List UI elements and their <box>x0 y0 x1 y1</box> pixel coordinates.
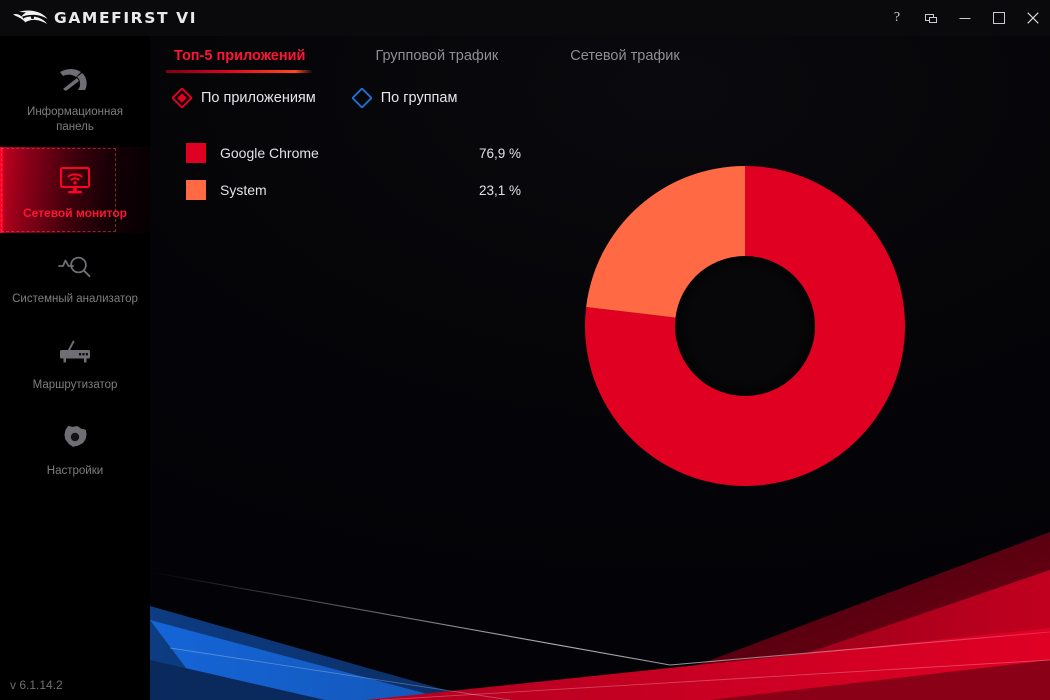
legend-value: 23,1 % <box>478 182 521 198</box>
version-label: v 6.1.14.2 <box>10 678 63 692</box>
tab-top5-apps[interactable]: Топ-5 приложений <box>160 36 319 76</box>
analyzer-icon <box>57 247 93 285</box>
decorative-background <box>150 532 1050 700</box>
diamond-radio-unselected-icon <box>351 88 372 108</box>
view-mode-selector: По приложениям По группам <box>172 88 493 108</box>
tab-label: Топ-5 приложений <box>174 48 306 64</box>
app-title: GAMEFIRST VI <box>54 9 198 27</box>
sidebar-item-system-analyzer[interactable]: Системный анализатор <box>0 233 150 319</box>
title-bar: GAMEFIRST VI ? <box>0 0 1050 36</box>
donut-chart[interactable] <box>580 161 910 491</box>
radio-label: По приложениям <box>201 90 316 106</box>
sidebar-item-settings[interactable]: Настройки <box>0 405 150 491</box>
gamefirst-app-window: GAMEFIRST VI ? Информационная панель Сет… <box>0 0 1050 700</box>
legend-swatch-chrome <box>186 143 206 163</box>
minimize-icon <box>959 18 971 19</box>
sidebar-item-label: Системный анализатор <box>12 293 138 305</box>
sidebar-item-dashboard[interactable]: Информационная панель <box>0 46 150 147</box>
close-icon <box>1027 12 1039 24</box>
minimize-button[interactable] <box>948 0 982 36</box>
cascade-windows-icon <box>924 13 937 23</box>
radio-by-applications[interactable]: По приложениям <box>172 88 316 108</box>
tab-label: Групповой трафик <box>375 48 499 64</box>
sidebar-item-label: Сетевой монитор <box>22 206 128 220</box>
maximize-icon <box>993 12 1005 24</box>
help-button[interactable]: ? <box>880 0 914 36</box>
gauge-icon <box>58 60 92 98</box>
legend-swatch-system <box>186 180 206 200</box>
donut-hole-shadow <box>675 256 815 396</box>
tab-network-traffic[interactable]: Сетевой трафик <box>556 36 693 76</box>
gear-icon <box>61 419 89 457</box>
close-button[interactable] <box>1016 0 1050 36</box>
tab-label: Сетевой трафик <box>570 48 680 64</box>
content-area: Топ-5 приложений Групповой трафик Сетево… <box>150 36 1050 700</box>
donut-chart-svg <box>585 166 905 486</box>
chart-legend: Google Chrome 76,9 % System 23,1 % <box>186 141 521 215</box>
sidebar-item-label: Настройки <box>46 465 104 477</box>
legend-value: 76,9 % <box>478 145 521 161</box>
legend-label: Google Chrome <box>220 145 319 161</box>
restore-button[interactable] <box>914 0 948 36</box>
tab-bar: Топ-5 приложений Групповой трафик Сетево… <box>150 36 1050 76</box>
radio-label: По группам <box>380 90 458 106</box>
network-monitor-icon <box>58 161 92 199</box>
diamond-radio-selected-icon <box>172 88 192 108</box>
sidebar-item-network-monitor[interactable]: Сетевой монитор <box>0 147 150 233</box>
legend-item[interactable]: System 23,1 % <box>186 178 521 202</box>
legend-item[interactable]: Google Chrome 76,9 % <box>186 141 521 165</box>
router-icon <box>57 333 93 371</box>
sidebar-item-router[interactable]: Маршрутизатор <box>0 319 150 405</box>
sidebar-item-label: Информационная панель <box>27 106 123 133</box>
rog-eye-logo-icon <box>10 7 50 29</box>
radio-by-groups[interactable]: По группам <box>351 88 458 108</box>
question-mark-icon: ? <box>893 10 901 25</box>
sidebar-item-label: Маршрутизатор <box>32 379 118 391</box>
sidebar: Информационная панель Сетевой монитор Си… <box>0 36 150 700</box>
maximize-button[interactable] <box>982 0 1016 36</box>
legend-label: System <box>220 182 267 198</box>
tab-group-traffic[interactable]: Групповой трафик <box>361 36 512 76</box>
window-controls: ? <box>880 0 1050 36</box>
